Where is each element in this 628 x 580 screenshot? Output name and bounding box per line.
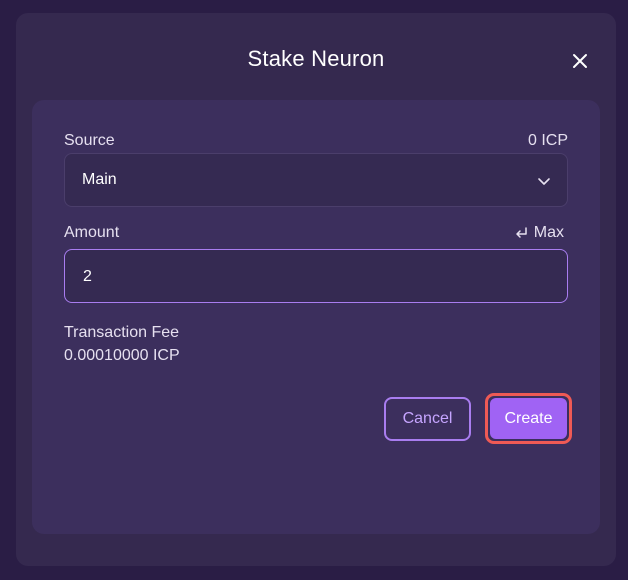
- source-balance: 0 ICP: [527, 132, 568, 149]
- chevron-down-icon: [538, 178, 550, 185]
- source-select[interactable]: Main: [64, 153, 568, 207]
- create-button[interactable]: Create: [490, 398, 567, 439]
- return-arrow-icon: [516, 227, 527, 238]
- source-label: Source: [64, 132, 115, 149]
- cancel-button[interactable]: Cancel: [384, 397, 471, 441]
- amount-input[interactable]: [81, 250, 555, 304]
- modal-title: Stake Neuron: [247, 46, 385, 71]
- stake-neuron-modal: Stake Neuron Source 0 ICP Main Amount Ma…: [16, 13, 616, 566]
- amount-input-wrapper: [64, 249, 568, 304]
- amount-label: Amount: [64, 224, 120, 241]
- max-label: Max: [533, 224, 564, 241]
- close-button[interactable]: [568, 49, 592, 73]
- transaction-fee-label: Transaction Fee: [64, 324, 180, 341]
- max-button[interactable]: Max: [514, 224, 564, 242]
- close-icon: [573, 54, 587, 68]
- stake-form-card: Source 0 ICP Main Amount Max Transaction…: [32, 100, 600, 534]
- source-selected-value: Main: [82, 171, 117, 188]
- transaction-fee-value: 0.00010000 ICP: [64, 347, 180, 364]
- create-button-highlight: Create: [485, 393, 572, 444]
